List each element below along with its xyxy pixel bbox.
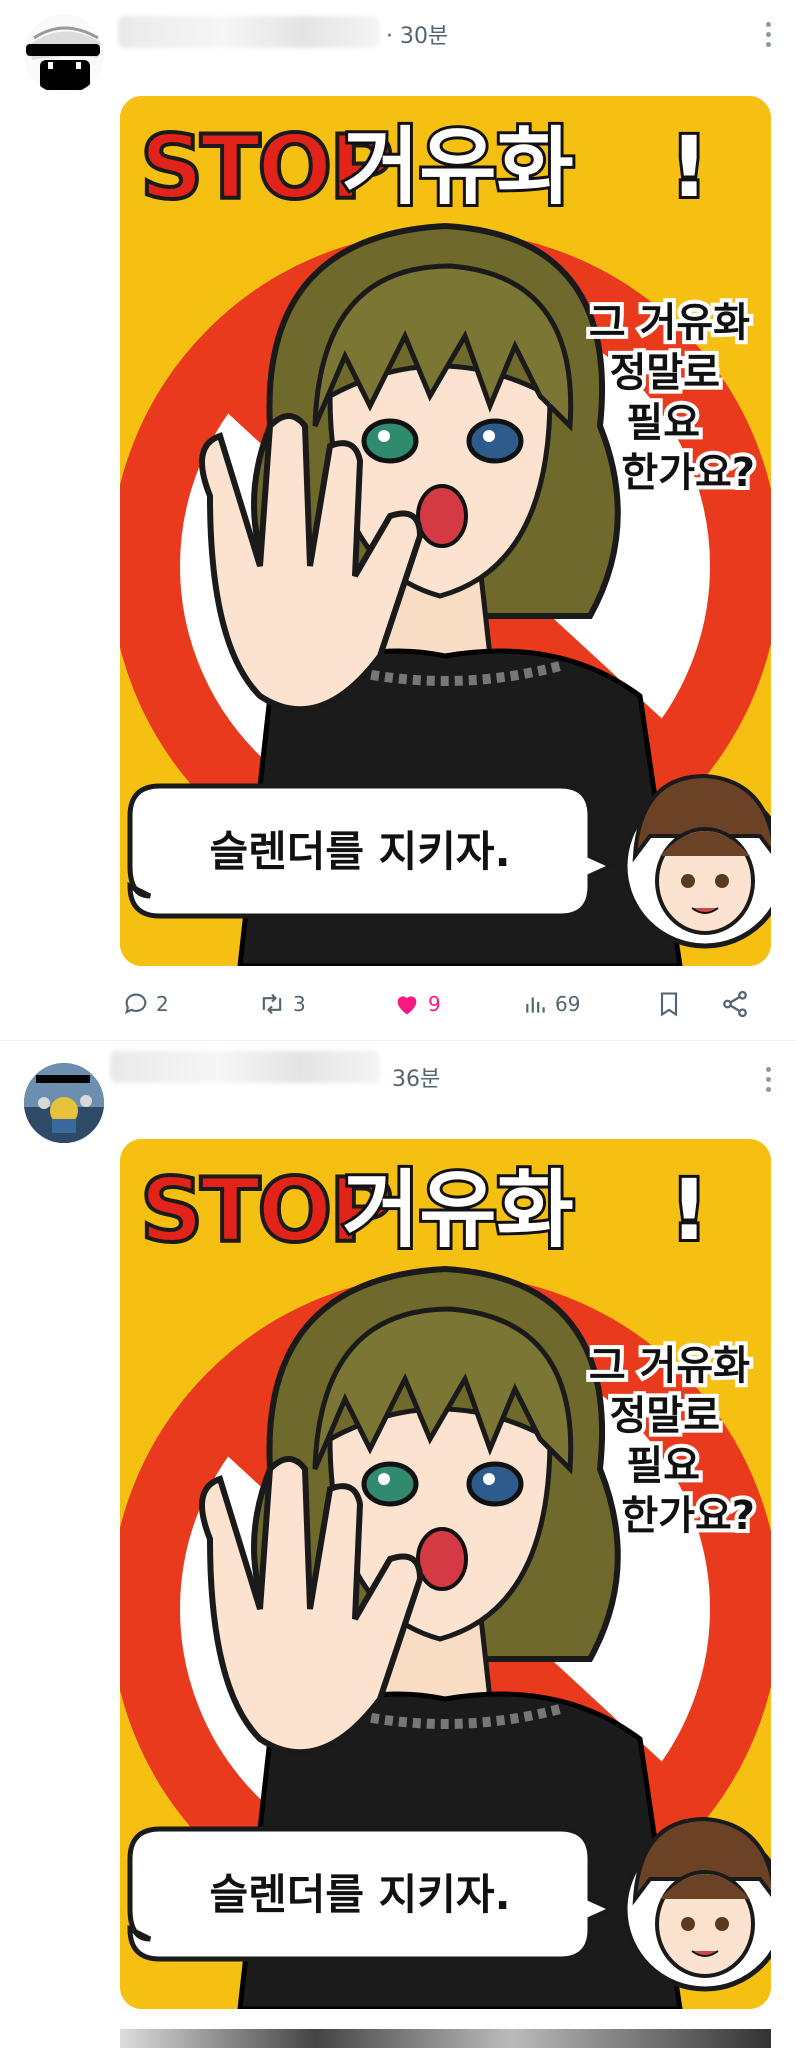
post-image[interactable]: STOP 거유화 ! 그 거유화 정말로 필요 한가요? 슬렌더를 지키자. — [120, 1139, 771, 2009]
repost-button[interactable]: 3 — [257, 984, 306, 1024]
views-button[interactable]: 69 — [523, 984, 580, 1024]
poster-illustration: STOP 거유화 ! 그 거유화 정말로 필요 한가요? 슬렌더를 지키자. — [120, 1139, 771, 2009]
post-2[interactable]: 36분 STOP 거유화 ! 그 거유화 정말로 필요 한가요? 슬렌더를 지키… — [0, 1041, 796, 2048]
author-name-redacted[interactable] — [110, 1051, 380, 1083]
poster-title-text: 거유화 — [342, 118, 574, 216]
poster-illustration: STOP 거유화 ! 그 거유화 정말로 필요 한가요? 슬렌더를 지키자. — [120, 96, 771, 966]
repost-icon — [262, 993, 282, 1015]
avatar[interactable] — [24, 1063, 104, 1143]
poster-bubble-text: 슬렌더를 지키자. — [209, 827, 510, 876]
bookmark-button[interactable] — [655, 984, 683, 1024]
poster-question-line-1: 그 거유화 — [589, 1343, 750, 1389]
avatar-image — [24, 14, 104, 94]
poster-question-line-1: 그 거유화 — [589, 300, 750, 346]
views-bar-chart-icon — [526, 997, 545, 1013]
reply-button[interactable]: 2 — [122, 984, 169, 1024]
bookmark-icon — [660, 992, 678, 1017]
poster-bubble-text: 슬렌더를 지키자. — [209, 1870, 510, 1919]
reply-count: 2 — [156, 992, 169, 1016]
post-image[interactable]: STOP 거유화 ! 그 거유화 정말로 필요 한가요? 슬렌더를 지키자. — [120, 96, 771, 966]
avatar[interactable] — [24, 14, 104, 94]
post-actions: 2 3 9 69 — [120, 984, 780, 1024]
post-timestamp[interactable]: · 30분 — [386, 18, 448, 50]
poster-question-line-4: 한가요? — [621, 1493, 755, 1539]
views-count: 69 — [555, 992, 581, 1016]
post-timestamp[interactable]: 36분 — [392, 1061, 440, 1093]
poster-exclaim-text: ! — [670, 118, 708, 216]
author-name-redacted[interactable] — [118, 16, 380, 48]
share-button[interactable] — [720, 984, 750, 1024]
heart-icon — [397, 996, 417, 1015]
like-count: 9 — [428, 992, 441, 1016]
next-post-preview[interactable] — [120, 2029, 771, 2048]
poster-title-text: 거유화 — [342, 1161, 574, 1259]
timestamp-text: 36분 — [392, 1067, 441, 1092]
share-icon — [723, 990, 747, 1018]
like-button[interactable]: 9 — [392, 984, 441, 1024]
more-options-icon[interactable] — [764, 1067, 772, 1092]
poster-question-line-3: 필요 — [626, 400, 700, 446]
reply-icon — [125, 993, 147, 1015]
avatar-image — [24, 1063, 104, 1143]
poster-question-line-3: 필요 — [626, 1443, 700, 1489]
poster-question-line-2: 정말로 — [610, 1393, 720, 1439]
repost-count: 3 — [293, 992, 306, 1016]
timestamp-text: 30분 — [400, 24, 449, 49]
poster-question-line-4: 한가요? — [621, 450, 755, 496]
more-options-icon[interactable] — [764, 22, 772, 47]
post-1[interactable]: · 30분 STOP 거유화 ! 그 거유화 정말로 필요 한가요? 슬렌더를 … — [0, 0, 796, 1040]
poster-exclaim-text: ! — [670, 1161, 708, 1259]
poster-question-line-2: 정말로 — [610, 350, 720, 396]
